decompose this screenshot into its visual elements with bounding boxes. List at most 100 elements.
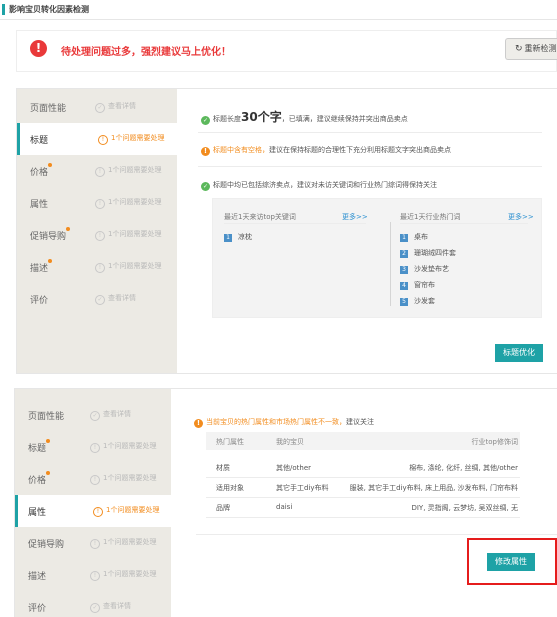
keyword-text: 凉枕 [238,233,252,241]
sidebar-item-label: 价格 [28,476,47,486]
title-length-count: 30个字 [241,110,282,124]
sidebar-item[interactable]: 评价 ✓ 查看详情 [15,591,171,617]
keyword-item[interactable]: 3 沙发垫布艺 [400,264,449,274]
title-space-row: ! 标题中含有空格，建议在保持标题的合理性下充分利用标题文字突出商品卖点 [201,145,451,156]
sidebar-item-label: 评价 [30,296,49,306]
alert-icon: ! [90,475,100,485]
sidebar-item-label: 页面性能 [30,104,67,114]
sidebar-item-label: 属性 [28,508,47,518]
check-icon: ✓ [95,295,105,305]
rank-number: 5 [400,298,408,306]
table-cell: 材质 [216,464,230,472]
sidebar-item-status-text: 1个问题需要处理 [108,230,162,238]
highlight-box [467,538,557,585]
divider [224,223,366,224]
divider [196,534,557,535]
rank-number: 2 [400,250,408,258]
sidebar-item[interactable]: 促销导购 ! 1个问题需要处理 [17,219,177,251]
sidebar-item[interactable]: 标题! 1个问题需要处理 [15,431,171,463]
sidebar-item[interactable]: 属性! 1个问题需要处理 [15,495,171,527]
sidebar-item-status: ✓ 查看详情 [90,601,131,613]
recheck-button[interactable]: ↻ 重新检测 [505,38,557,60]
keyword-item[interactable]: 4 窗帘布 [400,280,435,290]
sidebar-item-status-text: 1个问题需要处理 [108,262,162,270]
sidebar-item[interactable]: 页面性能 ✓ 查看详情 [15,399,171,431]
divider [198,166,542,167]
sidebar-item[interactable]: 页面性能 ✓ 查看详情 [17,91,177,123]
table-cell: 其他/other [276,464,312,472]
check-icon: ✓ [90,603,100,613]
sidebar-item[interactable]: 评价 ✓ 查看详情 [17,283,177,315]
attribute-notice: ! 当前宝贝的热门属性和市场热门属性不一致，建议关注 [194,417,374,428]
alert-text: 待处理问题过多，强烈建议马上优化！ [61,47,231,58]
sidebar-item-status: ! 1个问题需要处理 [90,473,156,485]
optimize-title-button[interactable]: 标题优化 [495,344,543,362]
sidebar-item[interactable]: 价格 ! 1个问题需要处理 [17,155,177,187]
industry-keywords-title: 最近1天行业热门词 [400,213,461,221]
sidebar-item[interactable]: 促销导购! 1个问题需要处理 [15,527,171,559]
keyword-item[interactable]: 1 桌布 [400,232,428,242]
sidebar-item-status-text: 查看详情 [108,102,136,110]
keyword-item[interactable]: 2 珊瑚绒四件套 [400,248,456,258]
sidebar-item-status: ! 1个问题需要处理 [95,229,161,241]
table-cell: daisi [276,503,293,511]
row-text: ，已填满，建议继续保持并突出商品卖点 [281,115,408,123]
sidebar-item[interactable]: 价格 ! 1个问题需要处理 [15,463,171,495]
warning-icon: ! [194,419,203,428]
table-header-cell: 行业top修饰词 [471,438,518,446]
warning-text: 当前宝贝的热门属性和市场热门属性不一致， [206,418,346,426]
table-row-divider [206,517,520,518]
sidebar-item-status-text: 1个问题需要处理 [111,134,165,142]
sidebar-item-status: ! 1个问题需要处理 [95,197,161,209]
alert-icon: ! [90,571,100,581]
rank-number: 4 [400,282,408,290]
sidebar-item[interactable]: 标题! 1个问题需要处理 [17,123,177,155]
check-icon: ✓ [201,116,210,125]
sidebar-item-label: 页面性能 [28,412,65,422]
sidebar-item-status: ! 1个问题需要处理 [90,537,156,549]
alert-icon: ! [90,443,100,453]
keyword-text: 窗帘布 [414,281,435,289]
recheck-label: 重新检测 [524,44,557,53]
sidebar-item-status-text: 查看详情 [103,602,131,610]
keyword-item[interactable]: 1 凉枕 [224,232,252,242]
check-icon: ✓ [95,103,105,113]
sidebar-item-label: 价格 [30,168,49,178]
sidebar-item[interactable]: 描述! 1个问题需要处理 [17,251,177,283]
sidebar-item[interactable]: 描述! 1个问题需要处理 [15,559,171,591]
industry-keywords-more-link[interactable]: 更多>> [508,212,534,222]
keyword-text: 桌布 [414,233,428,241]
sidebar-item-label: 促销导购 [30,232,67,242]
top-keywords-more-link[interactable]: 更多>> [342,212,368,222]
alert-icon: ! [95,263,105,273]
alert-icon: ! [93,507,103,517]
alert-icon: ! [90,539,100,549]
keyword-text: 珊瑚绒四件套 [414,249,456,257]
sidebar-item-label: 评价 [28,604,47,614]
sidebar-item-status: ! 1个问题需要处理 [90,441,156,453]
sidebar-item-status-text: 1个问题需要处理 [108,198,162,206]
sidebar-item-status: ! 1个问题需要处理 [95,165,161,177]
notification-dot [46,439,50,443]
alert-icon: ! [95,199,105,209]
sidebar-item-status: ! 1个问题需要处理 [93,505,159,517]
sidebar-item-label: 属性 [30,200,49,210]
table-cell: 其它手工diy布料 [276,484,329,492]
divider [400,223,528,224]
sidebar-item[interactable]: 属性! 1个问题需要处理 [17,187,177,219]
table-cell: DIY, 灵指阁, 云梦坊, 吴双丝绸, 无 [411,504,518,512]
header-accent-bar [2,4,5,15]
alert-icon: ! [30,40,47,57]
sidebar-item-status: ✓ 查看详情 [95,101,136,113]
sidebar-item-status: ! 1个问题需要处理 [90,569,156,581]
table-row-divider [206,497,520,498]
sidebar-item-status: ✓ 查看详情 [90,409,131,421]
sidebar-item-status-text: 查看详情 [108,294,136,302]
table-cell: 适用对象 [216,484,244,492]
keyword-text: 沙发垫布艺 [414,265,449,273]
sidebar-item-status-text: 1个问题需要处理 [103,538,157,546]
sidebar-item-status-text: 1个问题需要处理 [106,506,160,514]
keyword-item[interactable]: 5 沙发套 [400,296,435,306]
table-cell: 服装, 其它手工diy布料, 床上用品, 沙发布料, 门帘布料 [349,484,518,492]
row-text: 标题中均已包括综济卖点，建议对未访关键词和行业热门综词得保持关注 [213,181,437,189]
